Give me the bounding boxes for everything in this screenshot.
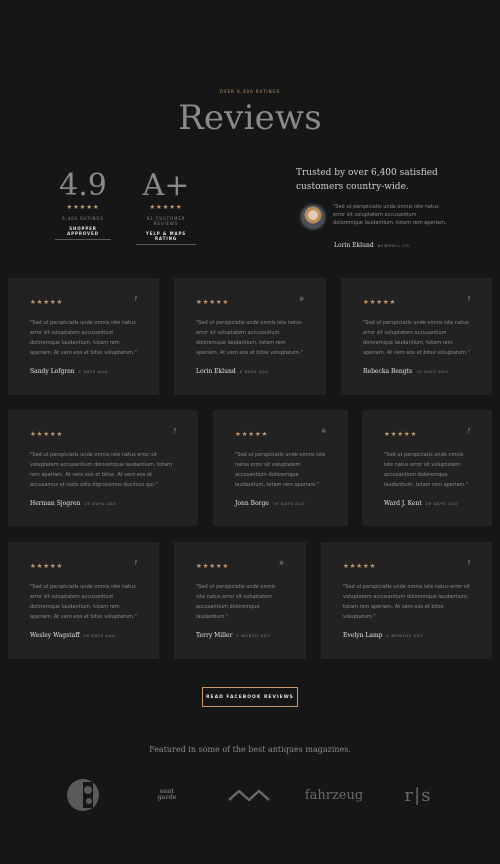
testimonial-quote: "Sed ut perspiciatis unde omnis iste nat…	[333, 204, 447, 226]
trust-headline: Trusted by over 6,400 satisfied customer…	[296, 168, 438, 192]
review-author: Sandy Lofgren 2 DAYS AGO	[30, 368, 108, 375]
review-author: Wesley Wagstaff 26 DAYS AGO	[30, 632, 116, 639]
section-kicker: OVER 6,400 RATINGS	[219, 89, 281, 94]
rating-score: 4.9	[59, 168, 107, 203]
rs-text: r|s	[404, 784, 432, 806]
review-stars: ★★★★★	[196, 562, 230, 570]
review-author-name: Jonn Borge	[235, 500, 269, 507]
review-quote: "Sed ut perspiciatis unde omnis iste nat…	[343, 584, 470, 620]
review-author-name: Terry Miller	[196, 632, 233, 639]
review-quote: "Sed ut perspiciatis unde omnis iste nat…	[235, 452, 326, 488]
review-date: 26 DAYS AGO	[425, 502, 459, 506]
rating-block-shopper: 4.9 ★★★★★ 6,400 RATINGS SHOPPER APPROVED	[55, 168, 111, 240]
review-stars: ★★★★★	[343, 562, 377, 570]
review-author-name: Rebecka Bengts	[363, 368, 413, 375]
review-author-name: Wesley Wagstaff	[30, 632, 80, 639]
sant-garde-text-bottom: garde	[157, 794, 177, 801]
testimonial-author: Lorin Eklund NEWMELL.CO	[334, 242, 409, 249]
rating-block-yelp: A+ ★★★★★ 93 CUSTOMER REVIEWS YELP & MAPS…	[136, 168, 196, 245]
review-author: Ward J. Kent 26 DAYS AGO	[384, 500, 458, 507]
review-author-name: Herman Sjogren	[30, 500, 81, 507]
testimonial-source: NEWMELL.CO	[377, 244, 410, 248]
review-date: 15 DAYS AGO	[84, 502, 117, 506]
review-quote: "Sed ut perspiciatis unde omnis iste nat…	[363, 320, 470, 356]
c-monogram-icon	[67, 779, 99, 811]
rating-badge: YELP & MAPS RATING	[136, 231, 196, 245]
sant-garde-logo: sant garde	[145, 782, 189, 808]
review-quote: "Sed ut perspiciatis unde omnis iste nat…	[196, 320, 303, 356]
review-date: 1 MONTH AGO	[236, 634, 271, 638]
press-heading: Featured in some of the best antiques ma…	[149, 745, 351, 754]
review-author: Terry Miller 1 MONTH AGO	[196, 632, 271, 639]
review-date: 10 DAYS AGO	[416, 370, 449, 374]
review-author-name: Lorin Eklund	[196, 368, 236, 375]
facebook-icon[interactable]: f	[135, 296, 137, 303]
c-monogram-logo	[64, 779, 102, 811]
review-author: Rebecka Bengts 10 DAYS AGO	[363, 368, 449, 375]
avatar	[299, 203, 327, 231]
review-quote: "Sed ut perspiciatis unde omnis iste nat…	[196, 584, 276, 620]
rating-stars: ★★★★★	[66, 203, 100, 211]
review-date: 19 DAYS AGO	[272, 502, 306, 506]
review-stars: ★★★★★	[196, 298, 230, 306]
facebook-icon[interactable]: f	[468, 560, 470, 567]
review-quote: "Sed ut perspiciatis unde omnis iste nat…	[30, 452, 172, 488]
review-author: Herman Sjogren 15 DAYS AGO	[30, 500, 117, 507]
review-stars: ★★★★★	[363, 298, 397, 306]
review-stars: ★★★★★	[30, 430, 64, 438]
testimonial-author-name: Lorin Eklund	[334, 242, 374, 249]
review-stars: ★★★★★	[30, 562, 64, 570]
facebook-icon[interactable]: f	[468, 296, 470, 303]
review-card: ★★★★★ ✲ "Sed ut perspiciatis unde omnis …	[174, 278, 326, 395]
review-stars: ★★★★★	[235, 430, 269, 438]
review-date: 26 DAYS AGO	[83, 634, 116, 638]
yelp-icon[interactable]: ✲	[279, 560, 284, 567]
rating-score: A+	[142, 168, 190, 203]
yelp-icon[interactable]: ✲	[299, 296, 304, 303]
review-date: 2 MONTHS AGO	[386, 634, 424, 638]
review-card: ★★★★★ f "Sed ut perspiciatis unde omnis …	[8, 278, 159, 395]
review-card: ★★★★★ f "Sed ut perspiciatis unde omnis …	[321, 542, 492, 659]
review-quote: "Sed ut perspiciatis unde omnis iste nat…	[384, 452, 469, 488]
review-author: Evelyn Lamp 2 MONTHS AGO	[343, 632, 424, 639]
wave-logo	[226, 782, 272, 808]
facebook-icon[interactable]: f	[468, 428, 470, 435]
rating-caption: 93 CUSTOMER REVIEWS	[146, 216, 186, 226]
review-date: 6 DAYS AGO	[239, 370, 270, 374]
review-quote: "Sed ut perspiciatis unde omnis iste nat…	[30, 320, 137, 356]
review-quote: "Sed ut perspiciatis unde omnis iste nat…	[30, 584, 137, 620]
review-card: ★★★★★ f "Sed ut perspiciatis unde omnis …	[8, 410, 198, 526]
review-card: ★★★★★ ✲ "Sed ut perspiciatis unde omnis …	[174, 542, 306, 659]
review-card: ★★★★★ ✲ "Sed ut perspiciatis unde omnis …	[213, 410, 348, 526]
wave-icon	[228, 789, 270, 802]
rating-stars: ★★★★★	[149, 203, 183, 211]
review-author-name: Sandy Lofgren	[30, 368, 75, 375]
fahrzeug-text: fahrzeug	[304, 787, 364, 803]
facebook-icon[interactable]: f	[174, 428, 176, 435]
review-card: ★★★★★ f "Sed ut perspiciatis unde omnis …	[8, 542, 159, 659]
review-author-name: Evelyn Lamp	[343, 632, 383, 639]
review-date: 2 DAYS AGO	[78, 370, 109, 374]
rating-caption: 6,400 RATINGS	[62, 216, 104, 221]
facebook-icon[interactable]: f	[135, 560, 137, 567]
review-stars: ★★★★★	[384, 430, 418, 438]
rating-badge: SHOPPER APPROVED	[55, 226, 111, 240]
review-author: Lorin Eklund 6 DAYS AGO	[196, 368, 269, 375]
review-stars: ★★★★★	[30, 298, 64, 306]
review-author: Jonn Borge 19 DAYS AGO	[235, 500, 305, 507]
page-title: Reviews	[178, 98, 322, 138]
review-author-name: Ward J. Kent	[384, 500, 422, 507]
review-card: ★★★★★ f "Sed ut perspiciatis unde omnis …	[362, 410, 492, 526]
rs-logo: r|s	[398, 782, 438, 808]
read-facebook-reviews-button[interactable]: READ FACEBOOK REVIEWS	[202, 687, 298, 707]
yelp-icon[interactable]: ✲	[321, 428, 326, 435]
review-card: ★★★★★ f "Sed ut perspiciatis unde omnis …	[341, 278, 492, 395]
fahrzeug-logo: fahrzeug	[300, 782, 368, 808]
